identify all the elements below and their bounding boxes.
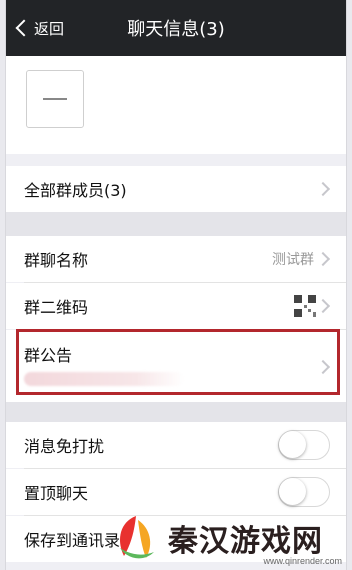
group-name-label: 群聊名称 (24, 251, 89, 270)
watermark-logo-icon (110, 512, 162, 564)
all-members-row[interactable]: 全部群成员(3) (6, 166, 346, 212)
chat-info-screen: 返回 聊天信息(3) 全部群成员(3) 群聊名称 测试群 群二维码 群公告 消息… (6, 0, 346, 570)
watermark-text: 秦汉游戏网 (168, 524, 323, 559)
section-gap (6, 212, 346, 236)
group-notice-label: 群公告 (24, 346, 73, 365)
mute-notifications-toggle[interactable] (278, 430, 330, 460)
toggle-knob (279, 431, 306, 458)
chevron-right-icon (315, 181, 331, 197)
chevron-right-icon (315, 298, 331, 314)
top-navigation-bar: 返回 聊天信息(3) (6, 0, 346, 56)
qr-code-icon (294, 295, 316, 317)
group-name-value: 测试群 (272, 252, 314, 268)
all-members-label: 全部群成员(3) (24, 181, 127, 200)
toggle-knob (279, 478, 306, 505)
mute-notifications-row: 消息免打扰 (6, 422, 346, 468)
pin-chat-label: 置顶聊天 (24, 484, 89, 503)
group-notice-content-blurred (24, 372, 184, 386)
remove-member-button[interactable] (26, 70, 84, 128)
group-qr-row[interactable]: 群二维码 (6, 283, 346, 329)
watermark-url: www.qinrender.com (263, 556, 342, 566)
page-title: 聊天信息(3) (127, 19, 225, 40)
group-name-row[interactable]: 群聊名称 测试群 (6, 236, 346, 282)
section-gap (6, 402, 346, 422)
group-qr-label: 群二维码 (24, 298, 89, 317)
member-avatar-section (6, 56, 346, 154)
save-to-contacts-label: 保存到通讯录 (24, 531, 121, 550)
group-notice-row[interactable]: 群公告 (6, 330, 346, 402)
section-gap (6, 154, 346, 166)
chevron-right-icon (315, 251, 331, 267)
chevron-right-icon (315, 359, 331, 375)
watermark: 秦汉游戏网 www.qinrender.com (110, 508, 346, 568)
mute-notifications-label: 消息免打扰 (24, 437, 105, 456)
pin-chat-toggle[interactable] (278, 477, 330, 507)
